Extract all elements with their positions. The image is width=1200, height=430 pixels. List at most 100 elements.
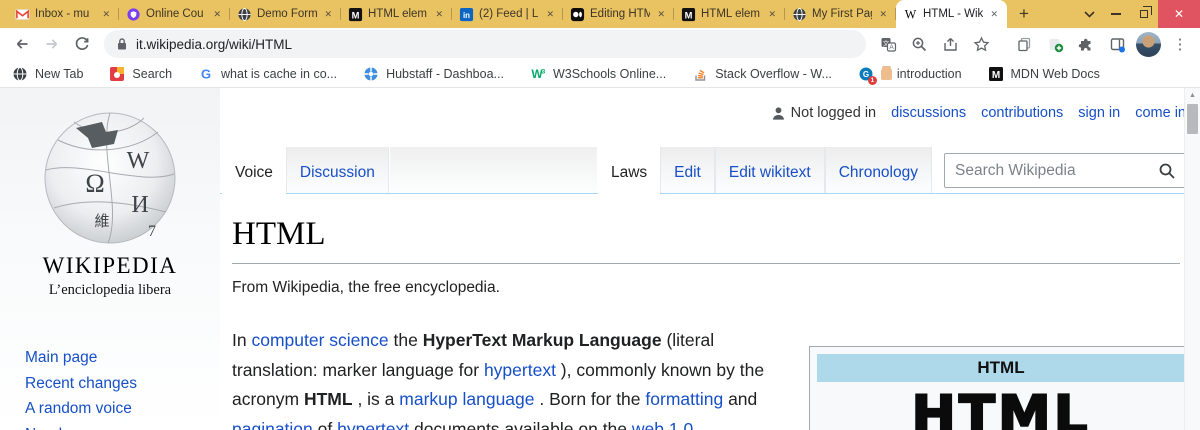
window-restore-button[interactable]	[1130, 0, 1158, 28]
bookmark-w3schools[interactable]: W3 W3Schools Online...	[530, 66, 666, 82]
tab-close-icon[interactable]: ✕	[766, 8, 778, 21]
bookmark-mdn-web-docs[interactable]: M MDN Web Docs	[988, 66, 1100, 82]
browser-tab-demo-form[interactable]: Demo Form ✕	[230, 0, 341, 28]
article-intro-paragraph: In computer science the HyperText Markup…	[232, 326, 788, 430]
tab-discussion[interactable]: Discussion	[285, 147, 389, 193]
tab-search-chevron-button[interactable]	[1076, 1, 1102, 27]
lock-icon	[118, 38, 126, 50]
bookmark-label: Search	[132, 66, 173, 81]
extension-pages-button[interactable]	[1012, 32, 1036, 56]
inline-wiki-link[interactable]: formatting	[645, 389, 723, 409]
paragraph-text: of	[312, 418, 338, 430]
tab-close-icon[interactable]: ✕	[877, 8, 889, 21]
zoom-button[interactable]	[907, 32, 931, 56]
translate-button[interactable]: 文A	[876, 32, 900, 56]
tab-edit[interactable]: Edit	[660, 147, 715, 193]
personal-link-sign-in[interactable]: sign in	[1078, 105, 1120, 121]
tab-title: Editing HTM	[590, 8, 651, 20]
tab-chronology[interactable]: Chronology	[824, 147, 932, 193]
reload-button[interactable]	[68, 30, 96, 58]
sidebar-link-random-voice[interactable]: A random voice	[25, 396, 220, 422]
extension-add-button[interactable]	[1043, 32, 1067, 56]
bookmark-stack-overflow[interactable]: Stack Overflow - W...	[692, 66, 832, 82]
inline-wiki-link[interactable]: computer science	[251, 330, 388, 350]
tab-title: (2) Feed | Li	[479, 8, 540, 20]
window-minimize-button[interactable]	[1102, 0, 1130, 28]
sidebar-link-nearby[interactable]: Nearby	[25, 422, 220, 430]
scrollbar-up-arrow[interactable]: ▲	[1185, 88, 1200, 103]
personal-link-contributions[interactable]: contributions	[981, 105, 1063, 121]
scrollbar-thumb[interactable]	[1187, 104, 1198, 134]
bookmark-label: W3Schools Online...	[552, 66, 667, 81]
svg-text:7: 7	[148, 223, 156, 240]
profile-avatar[interactable]	[1136, 31, 1161, 57]
bookmark-search[interactable]: Search	[109, 66, 172, 82]
tab-close-icon[interactable]: ✕	[544, 8, 556, 21]
forward-button[interactable]	[38, 30, 66, 58]
browser-tab-strip: Inbox - mu ✕ Online Cou ✕ Demo Form ✕ M …	[0, 0, 1200, 28]
extensions-button[interactable]	[1074, 32, 1098, 56]
login-status-text: Not logged in	[790, 105, 877, 121]
browser-tab-gmail[interactable]: Inbox - mu ✕	[8, 0, 119, 28]
sidebar-link-main-page[interactable]: Main page	[25, 345, 220, 371]
svg-text:維: 維	[94, 213, 109, 230]
browser-tab-editing-html[interactable]: Editing HTM ✕	[563, 0, 674, 28]
infobox-header: HTML	[817, 354, 1185, 382]
new-tab-button[interactable]: +	[1011, 1, 1037, 27]
browser-tab-html-elements-2[interactable]: M HTML elem ✕	[674, 0, 785, 28]
tab-title: Inbox - mu	[35, 8, 90, 20]
share-button[interactable]	[938, 32, 962, 56]
wikipedia-logo-block[interactable]: W Ω И 維 7 WIKIPEDIA L’enciclopedia liber…	[0, 108, 220, 299]
reload-icon	[75, 37, 89, 50]
paragraph-text: HyperText Markup Language	[422, 330, 662, 350]
back-button[interactable]	[8, 30, 36, 58]
svg-text:M: M	[991, 70, 999, 81]
browser-address-bar: it.wikipedia.org/wiki/HTML 文A ⋮	[0, 28, 1200, 60]
tab-close-icon[interactable]: ✕	[100, 8, 112, 21]
personal-link-come-in[interactable]: come in	[1135, 105, 1186, 121]
tab-close-icon[interactable]: ✕	[211, 8, 223, 21]
green-plus-icon	[1049, 38, 1063, 52]
bookmark-star-button[interactable]	[969, 32, 993, 56]
bookmark-introduction[interactable]: G 1 introduction	[858, 65, 962, 85]
window-close-button[interactable]: ✕	[1158, 0, 1200, 28]
gmail-icon	[15, 8, 30, 20]
personal-link-discussions[interactable]: discussions	[891, 105, 966, 121]
wiki-search-button[interactable]	[1149, 154, 1185, 187]
tab-close-icon[interactable]: ✕	[988, 8, 1000, 21]
wiki-search-input[interactable]	[945, 161, 1149, 180]
svg-text:W: W	[905, 7, 917, 21]
tab-close-icon[interactable]: ✕	[655, 8, 667, 21]
article-area: HTML From Wikipedia, the free encycloped…	[220, 216, 1200, 430]
bookmark-google-search[interactable]: G what is cache in co...	[198, 66, 337, 82]
svg-text:M: M	[685, 10, 693, 20]
page-scrollbar[interactable]: ▲	[1184, 88, 1200, 430]
tab-voice[interactable]: Voice	[222, 148, 286, 194]
waving-hand-icon	[880, 65, 892, 80]
tab-close-icon[interactable]: ✕	[433, 8, 445, 21]
browser-tab-linkedin-feed[interactable]: in (2) Feed | Li ✕	[452, 0, 563, 28]
linkedin-icon: in	[459, 7, 474, 21]
svg-text:3: 3	[542, 68, 546, 75]
svg-text:Ω: Ω	[85, 169, 104, 198]
inline-wiki-link[interactable]: hypertext	[337, 419, 409, 430]
inline-wiki-link[interactable]: pagination	[232, 419, 313, 430]
browser-tab-online-course[interactable]: Online Cou ✕	[119, 0, 230, 28]
bookmark-hubstaff[interactable]: Hubstaff - Dashboa...	[363, 66, 504, 82]
browser-menu-button[interactable]: ⋮	[1168, 32, 1192, 56]
sidebar-link-recent-changes[interactable]: Recent changes	[25, 371, 220, 397]
browser-tab-my-first-page[interactable]: My First Pag ✕	[785, 0, 896, 28]
tab-title: Online Cou	[146, 8, 204, 20]
browser-tab-html-elements-1[interactable]: M HTML elem ✕	[341, 0, 452, 28]
bookmark-label: Hubstaff - Dashboa...	[386, 66, 504, 81]
bookmark-new-tab[interactable]: New Tab	[12, 66, 83, 82]
inline-wiki-link[interactable]: hypertext	[484, 360, 556, 380]
side-panel-button[interactable]	[1105, 32, 1129, 56]
inline-wiki-link[interactable]: web 1.0	[632, 419, 693, 430]
tab-edit-wikitext[interactable]: Edit wikitext	[714, 147, 825, 193]
url-omnibox[interactable]: it.wikipedia.org/wiki/HTML	[104, 30, 866, 58]
tab-close-icon[interactable]: ✕	[322, 8, 334, 21]
browser-tab-wikipedia-active[interactable]: W HTML - Wik ✕	[896, 0, 1007, 28]
tab-laws-read[interactable]: Laws	[597, 148, 661, 194]
inline-wiki-link[interactable]: markup language	[399, 389, 534, 409]
